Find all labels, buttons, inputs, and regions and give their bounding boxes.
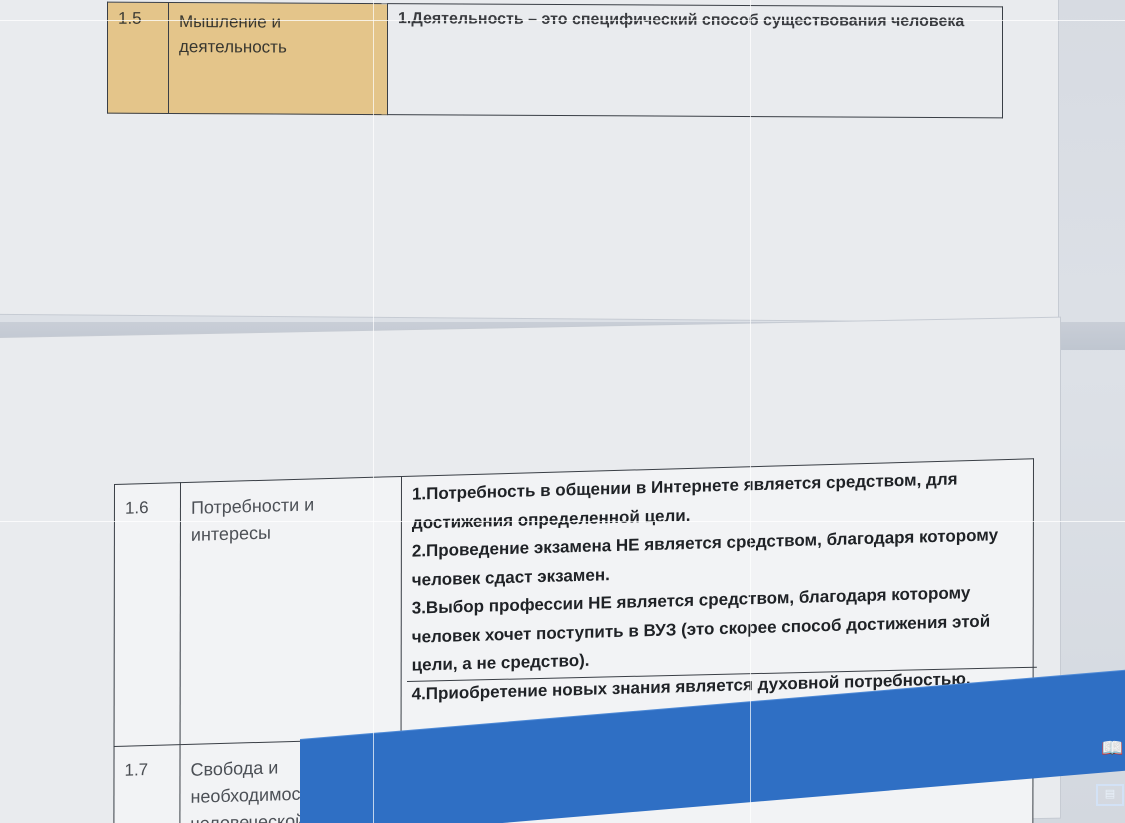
- title-line: деятельность: [179, 37, 287, 57]
- grid-overlay-line: [750, 0, 751, 823]
- read-mode-icon[interactable]: 📖: [1101, 738, 1123, 759]
- row-title: Потребности и интересы: [180, 476, 402, 745]
- grid-overlay-line: [373, 0, 374, 823]
- row-number: 1.5: [107, 2, 169, 114]
- print-layout-icon[interactable]: ▤: [1096, 784, 1124, 806]
- row-number: 1.7: [113, 744, 181, 823]
- grid-overlay-line: [0, 521, 1125, 522]
- title-line: Мышление и: [179, 12, 281, 32]
- row-number: 1.6: [114, 482, 181, 747]
- word-document-window: 1.5 Мышление и деятельность 1.Деятельнос…: [0, 0, 1125, 823]
- grid-overlay-line: [0, 20, 1125, 21]
